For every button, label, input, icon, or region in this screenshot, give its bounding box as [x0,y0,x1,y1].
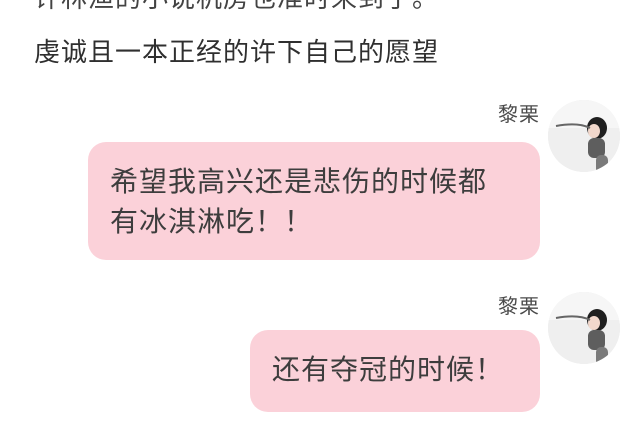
sender-name: 黎栗 [498,294,540,318]
sender-name: 黎栗 [498,102,540,126]
profile-photo-icon [548,100,620,172]
message-bubble[interactable]: 还有夺冠的时候！ [250,330,540,412]
message-bubble[interactable]: 希望我高兴还是悲伤的时候都 有冰淇淋吃！！ [88,142,540,260]
chat-screen: 许林渔的小说机房也准时来到了。 虔诚且一本正经的许下自己的愿望 黎栗 希望我高兴… [0,0,640,427]
context-text-partial: 许林渔的小说机房也准时来到了。 [34,0,439,15]
message-line: 有冰淇淋吃！！ [110,205,314,238]
profile-photo-icon [548,292,620,364]
message-line: 希望我高兴还是悲伤的时候都 [110,165,488,198]
avatar[interactable] [548,292,620,364]
context-text: 虔诚且一本正经的许下自己的愿望 [34,38,440,68]
avatar[interactable] [548,100,620,172]
message-line: 还有夺冠的时候！ [272,353,505,386]
